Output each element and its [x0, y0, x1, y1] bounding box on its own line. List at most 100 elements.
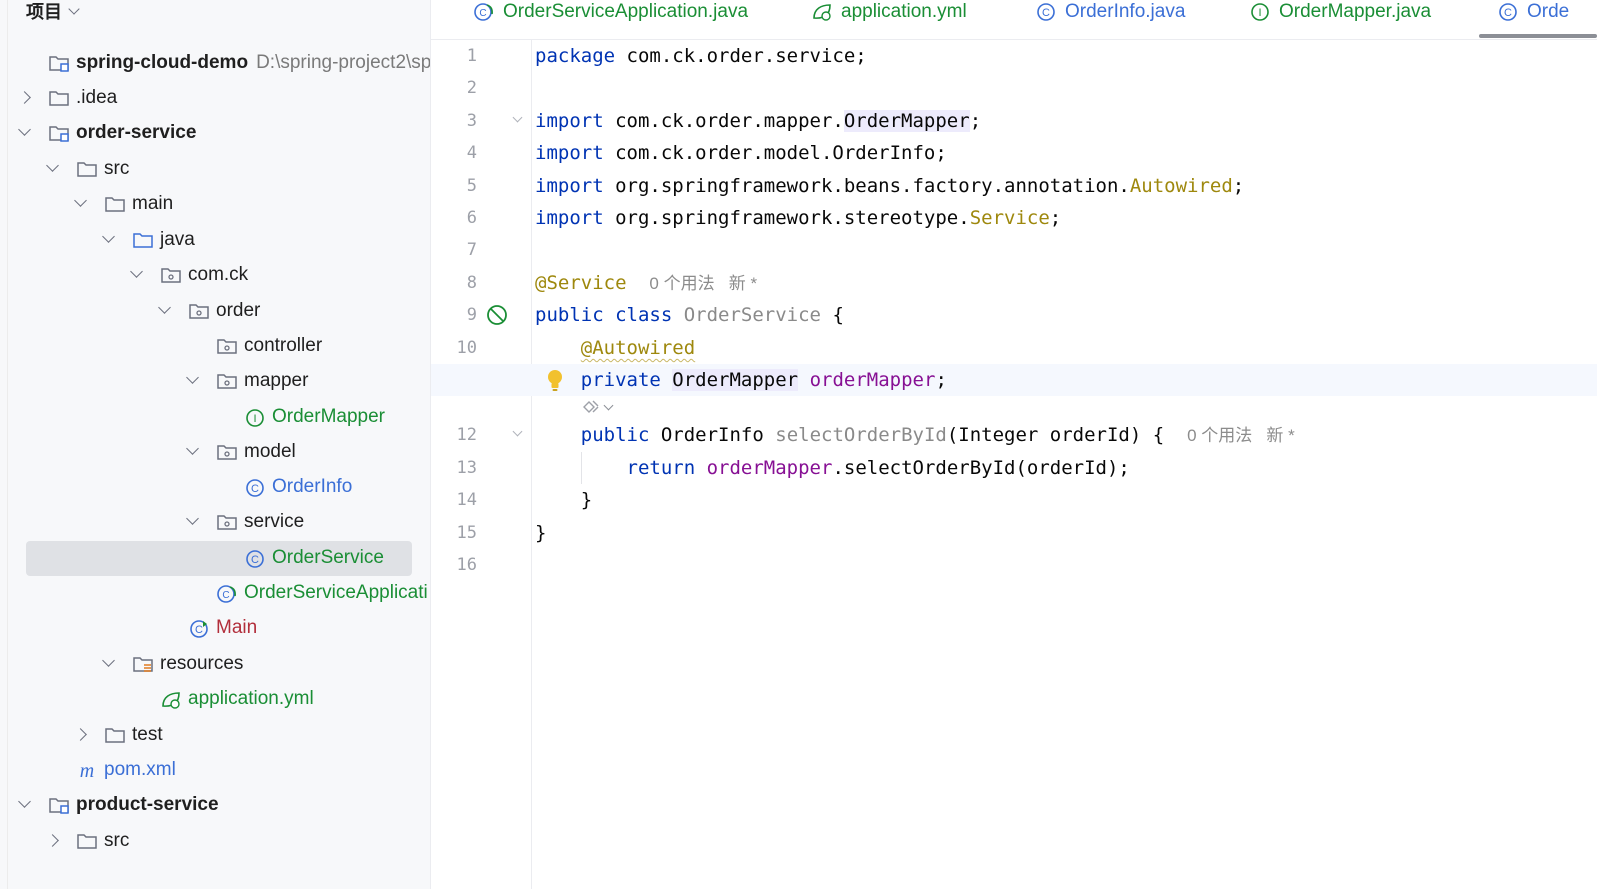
- chevron-down-icon[interactable]: [130, 265, 143, 278]
- tree-node[interactable]: controller: [8, 329, 430, 364]
- node-name: service: [244, 511, 305, 532]
- editor-gutter[interactable]: 12345678910111213141516: [431, 40, 531, 889]
- tree-node[interactable]: resources: [8, 647, 430, 682]
- line-number[interactable]: 10: [431, 338, 477, 358]
- project-tool-window: 项目 spring-cloud-demo D:\spring-project2\s…: [0, 0, 431, 889]
- tree-node[interactable]: mapper: [8, 364, 430, 399]
- svg-text:C: C: [195, 624, 203, 636]
- line-number[interactable]: 1: [431, 46, 477, 66]
- tree-node[interactable]: spring-cloud-demo D:\spring-project2\spri…: [8, 46, 430, 81]
- line-number[interactable]: 4: [431, 143, 477, 163]
- tree-node-label: .idea: [76, 87, 117, 109]
- tree-node[interactable]: src: [8, 824, 430, 859]
- node-name: Main: [216, 617, 258, 638]
- chevron-down-icon[interactable]: [46, 159, 59, 172]
- interface-icon: I: [1251, 3, 1269, 21]
- tree-node[interactable]: java: [8, 223, 430, 258]
- chevron-right-icon[interactable]: [74, 728, 87, 741]
- tree-node[interactable]: service: [8, 505, 430, 540]
- line-number[interactable]: 15: [431, 523, 477, 543]
- chevron-down-icon[interactable]: [158, 301, 171, 314]
- node-name: order: [216, 300, 261, 321]
- code-line-10: @Autowired: [580, 337, 696, 359]
- line-number[interactable]: 2: [431, 78, 477, 98]
- module-folder-icon: [48, 123, 70, 143]
- usage-inlay-hint[interactable]: 0 个用法 新 *: [649, 274, 757, 293]
- chevron-down-icon[interactable]: [74, 194, 87, 207]
- folder-icon: [48, 88, 70, 108]
- tree-node[interactable]: m pom.xml: [8, 753, 430, 788]
- tree-node-label: Main: [216, 617, 257, 639]
- gutter-divider: [531, 40, 532, 889]
- tree-node[interactable]: C OrderInfo: [8, 470, 430, 505]
- tree-node[interactable]: com.ck: [8, 258, 430, 293]
- tab-order-service[interactable]: C Orde: [1497, 0, 1569, 24]
- tree-node-label: spring-cloud-demo D:\spring-project2\spri…: [76, 52, 430, 74]
- chevron-right-icon[interactable]: [18, 91, 31, 104]
- maven-icon: m: [76, 760, 98, 782]
- chevron-down-icon[interactable]: [186, 371, 199, 384]
- tree-node[interactable]: model: [8, 435, 430, 470]
- line-number[interactable]: 16: [431, 555, 477, 575]
- line-number[interactable]: 6: [431, 208, 477, 228]
- node-name: test: [132, 724, 163, 745]
- editor-tab-bar: C OrderServiceApplication.java applicati…: [431, 0, 1597, 40]
- lightbulb-icon[interactable]: [545, 368, 565, 392]
- tree-node-label: src: [104, 830, 129, 852]
- svg-text:C: C: [222, 590, 229, 601]
- tree-node-label: OrderServiceApplicati: [244, 582, 428, 604]
- tree-node[interactable]: .idea: [8, 81, 430, 116]
- tree-node[interactable]: test: [8, 718, 430, 753]
- line-number[interactable]: 8: [431, 273, 477, 293]
- code-line-6: import org.springframework.stereotype.Se…: [535, 207, 1062, 229]
- tree-node-label: src: [104, 158, 129, 180]
- tab-application-yml[interactable]: application.yml: [811, 0, 967, 24]
- chevron-down-icon[interactable]: [102, 654, 115, 667]
- main-class-icon: C: [188, 618, 210, 638]
- spring-bean-gutter-icon[interactable]: [485, 303, 509, 327]
- tree-node[interactable]: order-service: [8, 116, 430, 151]
- code-line-14: }: [580, 489, 593, 511]
- line-number[interactable]: 3: [431, 111, 477, 131]
- chevron-down-icon[interactable]: [603, 400, 614, 410]
- code-editor[interactable]: package com.ck.order.service; import com…: [431, 40, 1597, 889]
- tree-node[interactable]: C Main: [8, 611, 430, 646]
- node-name: OrderMapper: [272, 406, 385, 427]
- code-vision-widget[interactable]: [581, 398, 614, 416]
- code-line-4: import com.ck.order.model.OrderInfo;: [535, 142, 947, 164]
- tree-node[interactable]: product-service: [8, 788, 430, 823]
- tab-order-info[interactable]: C OrderInfo.java: [1035, 0, 1185, 24]
- tree-node[interactable]: application.yml: [8, 682, 430, 717]
- chevron-down-icon[interactable]: [102, 230, 115, 243]
- tree-node-label: model: [244, 441, 296, 463]
- tree-node[interactable]: order: [8, 294, 430, 329]
- node-name: resources: [160, 653, 244, 674]
- tree-node[interactable]: src: [8, 152, 430, 187]
- line-number[interactable]: 14: [431, 490, 477, 510]
- chevron-down-icon[interactable]: [18, 123, 31, 136]
- source-folder-icon: [132, 230, 154, 250]
- line-number[interactable]: 7: [431, 240, 477, 260]
- node-name: controller: [244, 335, 323, 356]
- usage-inlay-hint[interactable]: 0 个用法 新 *: [1187, 426, 1295, 445]
- chevron-down-icon[interactable]: [186, 512, 199, 525]
- node-name: com.ck: [188, 264, 249, 285]
- tab-order-service-application[interactable]: C OrderServiceApplication.java: [473, 0, 748, 24]
- chevron-down-icon[interactable]: [68, 3, 80, 15]
- tree-node[interactable]: C OrderService: [8, 541, 430, 576]
- project-view-title: 项目: [26, 2, 62, 22]
- tab-order-mapper[interactable]: I OrderMapper.java: [1249, 0, 1431, 24]
- spring-yml-icon: [160, 689, 182, 709]
- line-number[interactable]: 12: [431, 425, 477, 445]
- tree-node[interactable]: C OrderServiceApplicati: [8, 576, 430, 611]
- line-number[interactable]: 13: [431, 458, 477, 478]
- chevron-down-icon[interactable]: [18, 795, 31, 808]
- project-view-selector[interactable]: 项目: [26, 0, 80, 22]
- chevron-right-icon[interactable]: [46, 834, 59, 847]
- module-folder-icon: [48, 795, 70, 815]
- line-number[interactable]: 9: [431, 305, 477, 325]
- tree-node[interactable]: main: [8, 187, 430, 222]
- tree-node[interactable]: I OrderMapper: [8, 400, 430, 435]
- line-number[interactable]: 5: [431, 176, 477, 196]
- chevron-down-icon[interactable]: [186, 442, 199, 455]
